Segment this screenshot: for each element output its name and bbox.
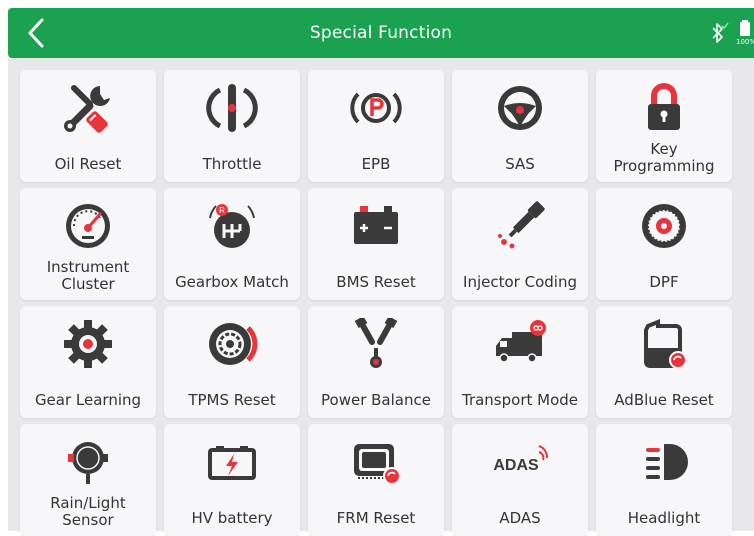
hv-battery-icon (208, 446, 256, 480)
function-label: EPB (361, 154, 391, 173)
battery-percentage: 100% (736, 38, 754, 46)
top-bar: Special Function 100% (8, 8, 754, 58)
function-label: Oil Reset (54, 154, 122, 173)
function-label: AdBlue Reset (614, 390, 714, 409)
function-tile-hv-battery[interactable]: HV battery (164, 424, 300, 536)
gear-icon (64, 320, 112, 368)
function-tile-epb[interactable]: EPB (308, 70, 444, 182)
function-tile-throttle[interactable]: Throttle (164, 70, 300, 182)
function-tile-rain-light-sensor[interactable]: Rain/Light Sensor (20, 424, 156, 536)
function-tile-gearbox-match[interactable]: R Gearbox Match (164, 188, 300, 300)
bluetooth-icon (712, 22, 729, 43)
function-label: Power Balance (321, 390, 431, 409)
function-label: Transport Mode (461, 390, 579, 409)
function-tile-dpf[interactable]: DPF (596, 188, 732, 300)
function-tile-oil-reset[interactable]: Oil Reset (20, 70, 156, 182)
wrench-icon (64, 85, 110, 133)
function-label: TPMS Reset (188, 390, 276, 409)
function-tile-injector-coding[interactable]: Injector Coding (452, 188, 588, 300)
function-label: DPF (649, 272, 679, 291)
function-tile-tpms-reset[interactable]: TPMS Reset (164, 306, 300, 418)
function-tile-headlight[interactable]: Headlight (596, 424, 732, 536)
function-label: BMS Reset (336, 272, 416, 291)
svg-text:ADAS: ADAS (493, 457, 539, 474)
gearbox-icon: R (209, 204, 255, 248)
car-battery-icon (354, 206, 398, 244)
function-tile-frm-reset[interactable]: FRM Reset (308, 424, 444, 536)
injector-icon (498, 201, 545, 249)
gauge-icon (66, 204, 110, 248)
adas-icon: ADAS (493, 445, 548, 474)
function-tile-transport-mode[interactable]: Transport Mode (452, 306, 588, 418)
function-tile-power-balance[interactable]: Power Balance (308, 306, 444, 418)
parking-brake-icon (350, 92, 402, 124)
function-label: Gear Learning (34, 390, 142, 409)
function-grid: Oil Reset Throttle EPB SAS Key Programmi… (8, 58, 754, 536)
function-tile-bms-reset[interactable]: BMS Reset (308, 188, 444, 300)
function-tile-adblue-reset[interactable]: AdBlue Reset (596, 306, 732, 418)
tire-pressure-icon (209, 323, 258, 365)
function-label: Gearbox Match (175, 272, 289, 291)
headlight-icon (646, 444, 688, 480)
steering-wheel-icon (498, 86, 542, 130)
adblue-tank-icon (644, 319, 687, 369)
throttle-icon (206, 84, 258, 132)
function-tile-instrument-cluster[interactable]: Instrument Cluster (20, 188, 156, 300)
function-label: Injector Coding (463, 272, 577, 291)
function-label: Key Programming (613, 140, 715, 175)
module-icon (354, 444, 401, 485)
function-label: Instrument Cluster (46, 258, 130, 293)
function-tile-key-programming[interactable]: Key Programming (596, 70, 732, 182)
sensor-icon (68, 442, 108, 484)
function-label: Throttle (202, 154, 262, 173)
page-title: Special Function (309, 23, 453, 43)
svg-text:R: R (219, 206, 225, 215)
function-label: Rain/Light Sensor (50, 494, 126, 529)
function-tile-adas[interactable]: ADAS ADAS (452, 424, 588, 536)
function-label: SAS (505, 154, 535, 173)
filter-icon (642, 204, 686, 248)
padlock-icon (648, 83, 680, 130)
truck-icon (496, 320, 546, 363)
function-tile-gear-learning[interactable]: Gear Learning (20, 306, 156, 418)
function-tile-sas[interactable]: SAS (452, 70, 588, 182)
cylinders-icon (354, 318, 398, 368)
